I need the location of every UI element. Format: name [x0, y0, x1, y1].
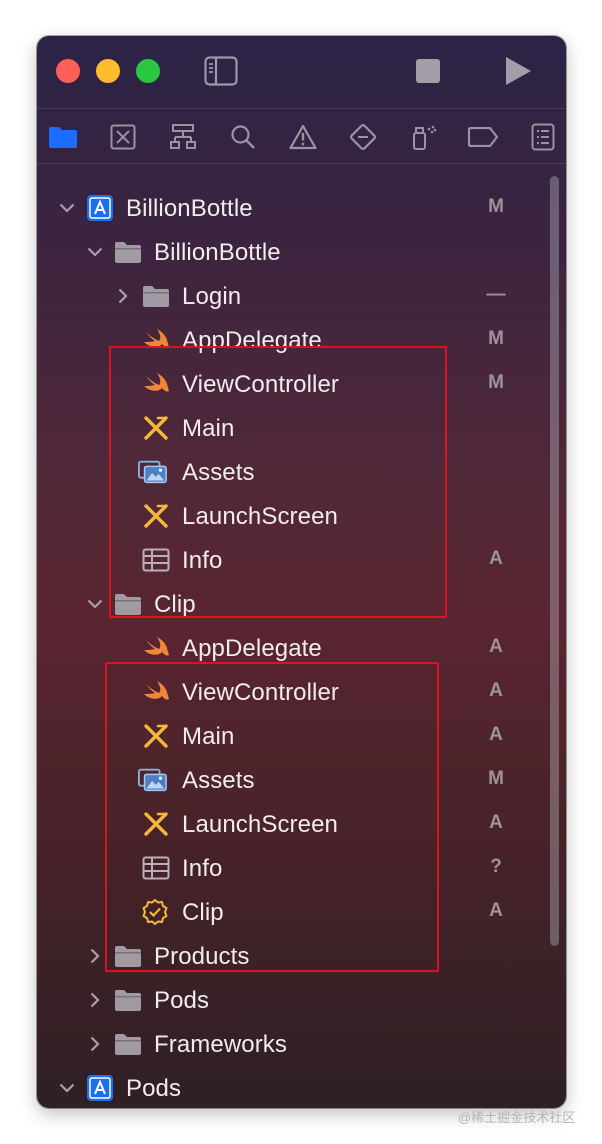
hierarchy-icon[interactable]: [167, 121, 199, 153]
vertical-scrollbar[interactable]: [550, 176, 559, 946]
watermark: @稀土掘金技术社区: [458, 1110, 576, 1125]
debug-spray-icon[interactable]: [407, 121, 439, 153]
stop-icon[interactable]: [411, 54, 445, 88]
tree-row-project-billionbottle[interactable]: BillionBottle M: [37, 186, 566, 230]
tree-row-label: Frameworks: [154, 1031, 288, 1058]
tree-row-group-login[interactable]: Login —: [37, 274, 566, 318]
tree-row-label: BillionBottle: [154, 239, 281, 266]
scm-status-badge: A: [489, 812, 503, 833]
chevron-right-icon[interactable]: [85, 946, 105, 966]
folder-icon: [113, 986, 143, 1014]
title-bar: [37, 36, 566, 108]
warning-icon[interactable]: [287, 121, 319, 153]
tree-row-label: BillionBottle: [126, 195, 253, 222]
swift-file-icon: [141, 634, 171, 662]
report-icon[interactable]: [527, 121, 559, 153]
xcode-project-icon: [85, 1074, 115, 1102]
scm-status-badge: A: [489, 636, 503, 657]
chevron-down-icon[interactable]: [57, 1078, 77, 1098]
folder-icon[interactable]: [47, 121, 79, 153]
scm-status-badge: A: [489, 680, 503, 701]
scm-status-badge: A: [489, 724, 503, 745]
highlight-box-clip-files: [105, 662, 439, 972]
source-control-icon[interactable]: [107, 121, 139, 153]
chevron-right-icon[interactable]: [85, 1034, 105, 1054]
tree-row-group-frameworks[interactable]: Frameworks: [37, 1022, 566, 1066]
chevron-right-icon[interactable]: [85, 990, 105, 1010]
test-diamond-icon[interactable]: [347, 121, 379, 153]
chevron-down-icon[interactable]: [85, 594, 105, 614]
xcode-project-icon: [85, 194, 115, 222]
chevron-down-icon[interactable]: [57, 198, 77, 218]
scm-status-badge: A: [489, 900, 503, 921]
highlight-box-billionbottle-files: [109, 346, 447, 618]
scm-status-badge: ?: [490, 856, 502, 877]
run-icon[interactable]: [501, 54, 535, 88]
tree-row-label: Login: [182, 283, 242, 310]
tree-row-project-pods[interactable]: Pods: [37, 1066, 566, 1108]
tree-row-label: AppDelegate: [182, 635, 322, 662]
minimize-window-button[interactable]: [96, 59, 120, 83]
scm-status-badge: M: [488, 196, 504, 217]
scm-status-badge: M: [488, 768, 504, 789]
chevron-right-icon[interactable]: [113, 286, 133, 306]
project-navigator: BillionBottle M BillionBottle Login — Ap…: [37, 164, 566, 1108]
folder-icon: [113, 1030, 143, 1058]
tree-row-group-pods[interactable]: Pods: [37, 978, 566, 1022]
sidebar-toggle-icon[interactable]: [204, 54, 238, 88]
tree-row-group-billionbottle[interactable]: BillionBottle: [37, 230, 566, 274]
scm-status-badge: —: [486, 284, 506, 305]
scm-status-badge: M: [488, 328, 504, 349]
scm-status-badge: A: [489, 548, 503, 569]
tree-row-label: Pods: [126, 1075, 182, 1102]
tree-row-label: Pods: [154, 987, 210, 1014]
folder-icon: [141, 282, 171, 310]
search-icon[interactable]: [227, 121, 259, 153]
breakpoint-icon[interactable]: [467, 121, 499, 153]
zoom-window-button[interactable]: [136, 59, 160, 83]
folder-icon: [113, 238, 143, 266]
xcode-window: BillionBottle M BillionBottle Login — Ap…: [37, 36, 566, 1108]
scm-status-badge: M: [488, 372, 504, 393]
navigator-tab-bar: [37, 108, 566, 164]
close-window-button[interactable]: [56, 59, 80, 83]
chevron-down-icon[interactable]: [85, 242, 105, 262]
